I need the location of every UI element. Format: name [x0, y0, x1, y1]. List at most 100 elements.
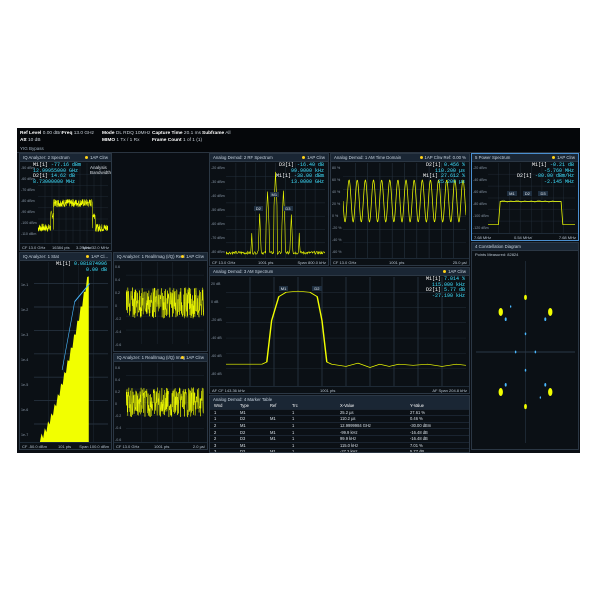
- iq-real-window[interactable]: IQ Analyzer: 1 Real/Imag (I/Q) Real 1AP …: [113, 252, 208, 352]
- window-footer: CF -50.0 dBm 101 pts Span 100.0 dBm: [20, 442, 111, 449]
- window-header[interactable]: Analog Demod: 1 AM Time Domain 1AP Clrw …: [331, 154, 469, 162]
- marker-d2[interactable]: D2: [312, 285, 322, 291]
- plot-area[interactable]: [126, 363, 204, 442]
- subframe-setting[interactable]: Subframe All: [202, 131, 231, 136]
- marker-d3[interactable]: D3: [283, 205, 293, 211]
- frame-count-setting[interactable]: Frame Count 1 of 1 (1): [152, 138, 202, 143]
- marker-m1[interactable]: M1: [269, 191, 280, 197]
- table-cell: -99.9 kHz: [340, 429, 358, 435]
- y-tick: -20 dBm: [473, 166, 487, 170]
- marker-label: M1[1]: [275, 173, 291, 180]
- window-header[interactable]: IQ Analyzer: 1 Stat 1AP Cl...: [20, 253, 111, 261]
- marker-value: -27.190 kHz: [431, 292, 465, 299]
- plot-area[interactable]: [476, 261, 575, 443]
- table-cell: 12.9999984 GHz: [340, 423, 371, 429]
- table-row[interactable]: 1 M1 1 25.2 µs 27.61 %: [210, 410, 469, 417]
- y-tick: 1e-1: [21, 283, 29, 287]
- y-tick: -40 dB: [211, 336, 222, 340]
- freq-setting[interactable]: Freq 13.0 GHz: [62, 131, 94, 136]
- y-tick: 1e-2: [21, 308, 29, 312]
- mimo-setting[interactable]: MIMO 1 Tx / 1 Rx: [102, 138, 140, 143]
- rf-spectrum-window[interactable]: Analog Demod: 2 RF Spectrum 1AP Clrw -20…: [209, 153, 329, 266]
- window-header[interactable]: IQ Analyzer: 2 Spectrum 1AP Clrw: [20, 154, 111, 162]
- y-tick: 0 dB: [211, 300, 219, 304]
- y-tick: 1e-7: [21, 433, 29, 437]
- table-cell: 1: [292, 442, 295, 448]
- constellation-window[interactable]: 4 Constellation Diagram Points Measured:…: [471, 242, 579, 450]
- table-row[interactable]: 2 M1 1 12.9999984 GHz -30.00 dBm: [210, 423, 469, 430]
- table-cell: 2: [214, 429, 217, 435]
- window-footer: CF 13.0 GHz 16384 pts 3.2 MHz/ Span 32.0…: [20, 243, 111, 250]
- plot-area[interactable]: [126, 262, 204, 344]
- table-cell: D2: [240, 429, 246, 435]
- y-tick: -20 %: [332, 226, 342, 230]
- window-header[interactable]: Analog Demod: 2 RF Spectrum 1AP Clrw: [210, 154, 328, 162]
- iq-imag-window[interactable]: IQ Analyzer: 1 Real/Imag (I/Q) Imag 1AP …: [113, 353, 208, 450]
- window-header[interactable]: 5 Power Spectrum 1AP Clrw: [472, 154, 578, 162]
- mode-setting[interactable]: Mode DL RDQ 10MHz: [102, 131, 150, 136]
- window-header[interactable]: Analog Demod: 3 AM Spectrum 1AP Clrw: [210, 268, 469, 276]
- points-measured: Points Measured: 82824: [475, 252, 519, 257]
- marker-d2[interactable]: D2: [522, 191, 532, 196]
- y-tick: 0: [115, 402, 117, 406]
- window-header[interactable]: IQ Analyzer: 1 Real/Imag (I/Q) Imag 1AP …: [114, 354, 207, 362]
- y-tick: 80 %: [332, 166, 341, 170]
- y-tick: -0.4: [115, 330, 122, 334]
- y-tick: 0: [115, 304, 117, 308]
- y-tick: 1e-6: [21, 408, 29, 412]
- table-cell: 5.77 dB: [410, 449, 425, 453]
- table-cell: 99.9 kHz: [340, 436, 357, 442]
- table-cell: M1: [270, 436, 276, 442]
- window-header[interactable]: 4 Constellation Diagram: [472, 243, 578, 251]
- table-row[interactable]: 2 D3 M1 1 99.9 kHz -16.48 dB: [210, 436, 469, 443]
- y-tick: -70 dBm: [211, 236, 225, 240]
- marker-m1[interactable]: M1: [507, 191, 517, 196]
- trace-indicator: 1AP Cl...: [86, 254, 108, 259]
- marker-value: -2.145 MHz: [543, 178, 574, 185]
- marker-d3[interactable]: D3: [538, 191, 548, 196]
- table-row[interactable]: 3 M1 1 115.0 kHz 7.01 %: [210, 443, 469, 450]
- ref-level-setting[interactable]: Ref Level 0.00 dBm: [20, 131, 63, 136]
- marker-label: D2[1]: [516, 173, 532, 180]
- y-tick: -90 dBm: [21, 210, 35, 214]
- table-cell: 7.01 %: [410, 442, 423, 448]
- trace-indicator: 1AP Clrw: [181, 254, 204, 259]
- am-time-domain-window[interactable]: Analog Demod: 1 AM Time Domain 1AP Clrw …: [330, 153, 470, 266]
- table-cell: M1: [270, 416, 276, 422]
- table-cell: D3: [240, 436, 246, 442]
- power-spectrum-window[interactable]: 5 Power Spectrum 1AP Clrw -20 dBm -40 dB…: [471, 153, 579, 241]
- table-row[interactable]: 3 D2 M1 1 -27.2 kHz 5.77 dB: [210, 449, 469, 453]
- marker-value: 8.73000000 MHz: [32, 178, 75, 185]
- y-tick: 0.6: [115, 265, 120, 269]
- table-row[interactable]: 2 D2 M1 1 -99.9 kHz -16.48 dB: [210, 429, 469, 436]
- window-header[interactable]: IQ Analyzer: 1 Real/Imag (I/Q) Real 1AP …: [114, 253, 207, 261]
- table-cell: 3: [214, 449, 217, 453]
- table-cell: 2: [214, 423, 217, 429]
- marker-m1[interactable]: M1: [278, 285, 289, 291]
- trace-indicator: 1AP Clrw: [302, 155, 325, 160]
- table-row[interactable]: 1 D2 M1 1 110.2 µs 0.46 %: [210, 416, 469, 423]
- window-title: IQ Analyzer: 1 Real/Imag (I/Q) Real: [117, 254, 185, 259]
- iq-spectrum-window[interactable]: IQ Analyzer: 2 Spectrum 1AP Clrw Analysi…: [19, 153, 112, 251]
- iq-imag-trace: [126, 363, 204, 442]
- trace-indicator: 1AP Clrw: [85, 155, 108, 160]
- am-spectrum-window[interactable]: Analog Demod: 3 AM Spectrum 1AP Clrw 20 …: [209, 267, 470, 394]
- y-tick: 20 dB: [211, 282, 221, 286]
- marker-d2[interactable]: D2: [253, 205, 263, 211]
- capture-time-setting[interactable]: Capture Time 20.1 ms: [152, 131, 201, 136]
- y-tick: -20 dBm: [211, 166, 225, 170]
- plot-area[interactable]: [34, 262, 108, 442]
- constellation-points: [476, 261, 575, 443]
- marker-value: 0.00 dB: [85, 266, 107, 273]
- table-cell: 1: [292, 409, 295, 415]
- table-cell: 115.0 kHz: [340, 442, 359, 448]
- statistics-window[interactable]: IQ Analyzer: 1 Stat 1AP Cl... 1e-1 1e-2 …: [19, 252, 112, 450]
- window-footer: 7.68 MHz 0.54 MHz/ 7.68 MHz: [472, 233, 578, 240]
- table-cell: M1: [240, 442, 246, 448]
- marker-table: Wnd Type Ref Trc X-Value Y-Value 1 M1 1 25.…: [210, 403, 469, 453]
- analyzer-screen: Ref Level 0.00 dBm Freq 13.0 GHz Mode DL…: [17, 128, 580, 453]
- marker-label: M1[1]: [422, 173, 438, 180]
- marker-table-window[interactable]: Analog Demod: 4 Marker Table Wnd Type Re…: [209, 395, 470, 453]
- att-setting[interactable]: Att 10 dB: [20, 138, 41, 143]
- y-tick: 1e-4: [21, 358, 29, 362]
